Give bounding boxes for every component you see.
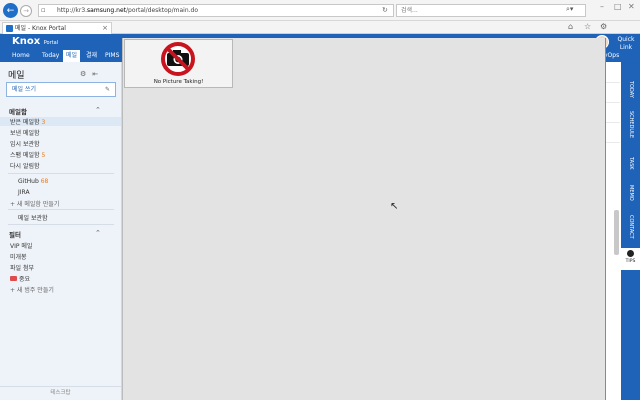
search-input[interactable]: 검색...	[396, 4, 586, 17]
tips-label: TIPS	[625, 259, 636, 264]
folder-label: GitHub	[18, 178, 39, 185]
mailbox-count: 3	[41, 119, 46, 126]
sidebar-item-sent[interactable]: 보낸 메일함	[10, 128, 40, 137]
collapse-icon[interactable]: ⇤	[92, 70, 104, 78]
new-mailbox-link[interactable]: + 새 메일함 만들기	[10, 199, 59, 208]
star-icon[interactable]: ☆	[584, 22, 591, 31]
forward-icon[interactable]: →	[20, 5, 32, 17]
sidebar-item-vip[interactable]: VIP 메일	[10, 241, 32, 250]
filter-label: 중요	[19, 276, 31, 283]
url-prefix: http://kr3.	[57, 7, 88, 14]
sidebar-tools: ⚙⇤	[80, 70, 104, 78]
logo-subtext: Portal	[43, 40, 59, 46]
chevron-up-icon[interactable]: ⌃	[95, 106, 101, 114]
scrollbar[interactable]	[614, 210, 619, 255]
sidebar-item-attachment[interactable]: 파일 첨부	[10, 263, 34, 272]
maximize-icon[interactable]: □	[614, 2, 622, 11]
divider	[8, 224, 114, 225]
mailbox-label: 받은 메일함	[10, 119, 40, 126]
chevron-up-icon[interactable]: ⌃	[95, 229, 101, 237]
desktop-link[interactable]: 테스크탑	[0, 386, 121, 400]
rail-task[interactable]: TASK	[621, 148, 640, 178]
no-camera-icon	[161, 42, 195, 76]
sidebar-item-spam[interactable]: 스팸 메일함 5	[10, 150, 45, 159]
compose-button[interactable]: 메일 쓰기 ✎	[6, 82, 116, 97]
sidebar-item-drafts[interactable]: 임시 보관함	[10, 139, 40, 148]
lightbulb-icon	[627, 250, 634, 257]
mailbox-label: 스팸 메일함	[10, 152, 40, 159]
mouse-cursor-icon: ↖	[390, 201, 399, 212]
home-icon[interactable]: ⌂	[568, 22, 573, 31]
menu-today[interactable]: Today	[42, 50, 59, 62]
menu-pims[interactable]: PIMS	[105, 50, 119, 62]
back-icon[interactable]: ←	[3, 3, 18, 18]
menu-home[interactable]: Home	[12, 50, 30, 62]
tab-bar: 메일 - Knox Portal × ⌂ ☆ ⚙	[0, 21, 640, 34]
settings-icon[interactable]: ⚙	[80, 70, 92, 78]
browser-tab[interactable]: 메일 - Knox Portal ×	[2, 22, 112, 34]
url-path: /portal/desktop/main.do	[126, 7, 199, 14]
tab-close-icon[interactable]: ×	[102, 23, 108, 34]
quick-link-line1: Quick	[617, 36, 635, 43]
sidebar-item-archive[interactable]: 메일 보관함	[18, 213, 48, 222]
filter-heading: 필터	[9, 231, 21, 239]
thumbnail-caption: No Picture Taking!	[153, 79, 204, 85]
sidebar-item-github[interactable]: GitHub 68	[18, 178, 48, 185]
quick-link-line2: Link	[619, 44, 633, 51]
search-icon[interactable]: ⌕▾	[566, 5, 573, 14]
close-window-icon[interactable]: ✕	[628, 2, 635, 11]
menu-mail[interactable]: 메일	[63, 50, 81, 62]
menu-approval[interactable]: 결재	[86, 50, 97, 62]
mailbox-count: 5	[41, 152, 46, 159]
page-icon: ▫	[41, 6, 46, 14]
menu-vops[interactable]: vOps	[604, 52, 619, 59]
tips-button[interactable]: TIPS	[621, 248, 640, 270]
url-host: samsung.net	[87, 7, 126, 14]
rail-today[interactable]: TODAY	[621, 74, 640, 104]
knox-logo[interactable]: Knox Portal	[12, 36, 58, 47]
sidebar-item-reminder[interactable]: 다시 알림함	[10, 161, 40, 170]
mailbox-heading: 메일함	[9, 108, 27, 116]
mail-sidebar: 메일 ⚙⇤ 메일 쓰기 ✎ 메일함 ⌃ 받은 메일함 3 보낸 메일함 임시 보관…	[0, 62, 122, 400]
divider	[8, 209, 114, 210]
settings-gear-icon[interactable]: ⚙	[600, 22, 607, 31]
no-picture-thumbnail[interactable]: No Picture Taking!	[124, 39, 233, 88]
minimize-icon[interactable]: –	[600, 2, 604, 11]
quick-link-button[interactable]: Quick Link	[612, 36, 640, 52]
browser-address-bar: ← → http://kr3.samsung.net/portal/deskto…	[0, 0, 640, 21]
favicon-icon	[6, 25, 13, 32]
compose-label: 메일 쓰기	[12, 86, 36, 93]
red-tag-icon	[10, 276, 17, 281]
sidebar-item-jira[interactable]: JIRA	[18, 189, 30, 196]
sidebar-title: 메일	[8, 71, 25, 81]
divider	[8, 173, 114, 174]
tab-title: 메일 - Knox Portal	[15, 25, 66, 32]
sidebar-item-important[interactable]: 중요	[10, 274, 30, 283]
rail-schedule[interactable]: SCHEDULE	[621, 110, 640, 140]
new-category-link[interactable]: + 새 범주 만들기	[10, 285, 54, 294]
folder-count: 68	[40, 178, 49, 185]
pencil-icon: ✎	[104, 86, 110, 93]
url-input[interactable]: http://kr3.samsung.net/portal/desktop/ma…	[38, 4, 394, 17]
sidebar-item-inbox[interactable]: 받은 메일함 3	[0, 117, 121, 126]
refresh-icon[interactable]: ↻	[382, 6, 388, 14]
rail-contact[interactable]: CONTACT	[621, 212, 640, 242]
logo-text: Knox	[12, 36, 41, 47]
sidebar-item-unread[interactable]: 미개봉	[10, 252, 27, 261]
image-viewer-overlay[interactable]	[122, 38, 606, 400]
rail-memo[interactable]: MEMO	[621, 178, 640, 208]
